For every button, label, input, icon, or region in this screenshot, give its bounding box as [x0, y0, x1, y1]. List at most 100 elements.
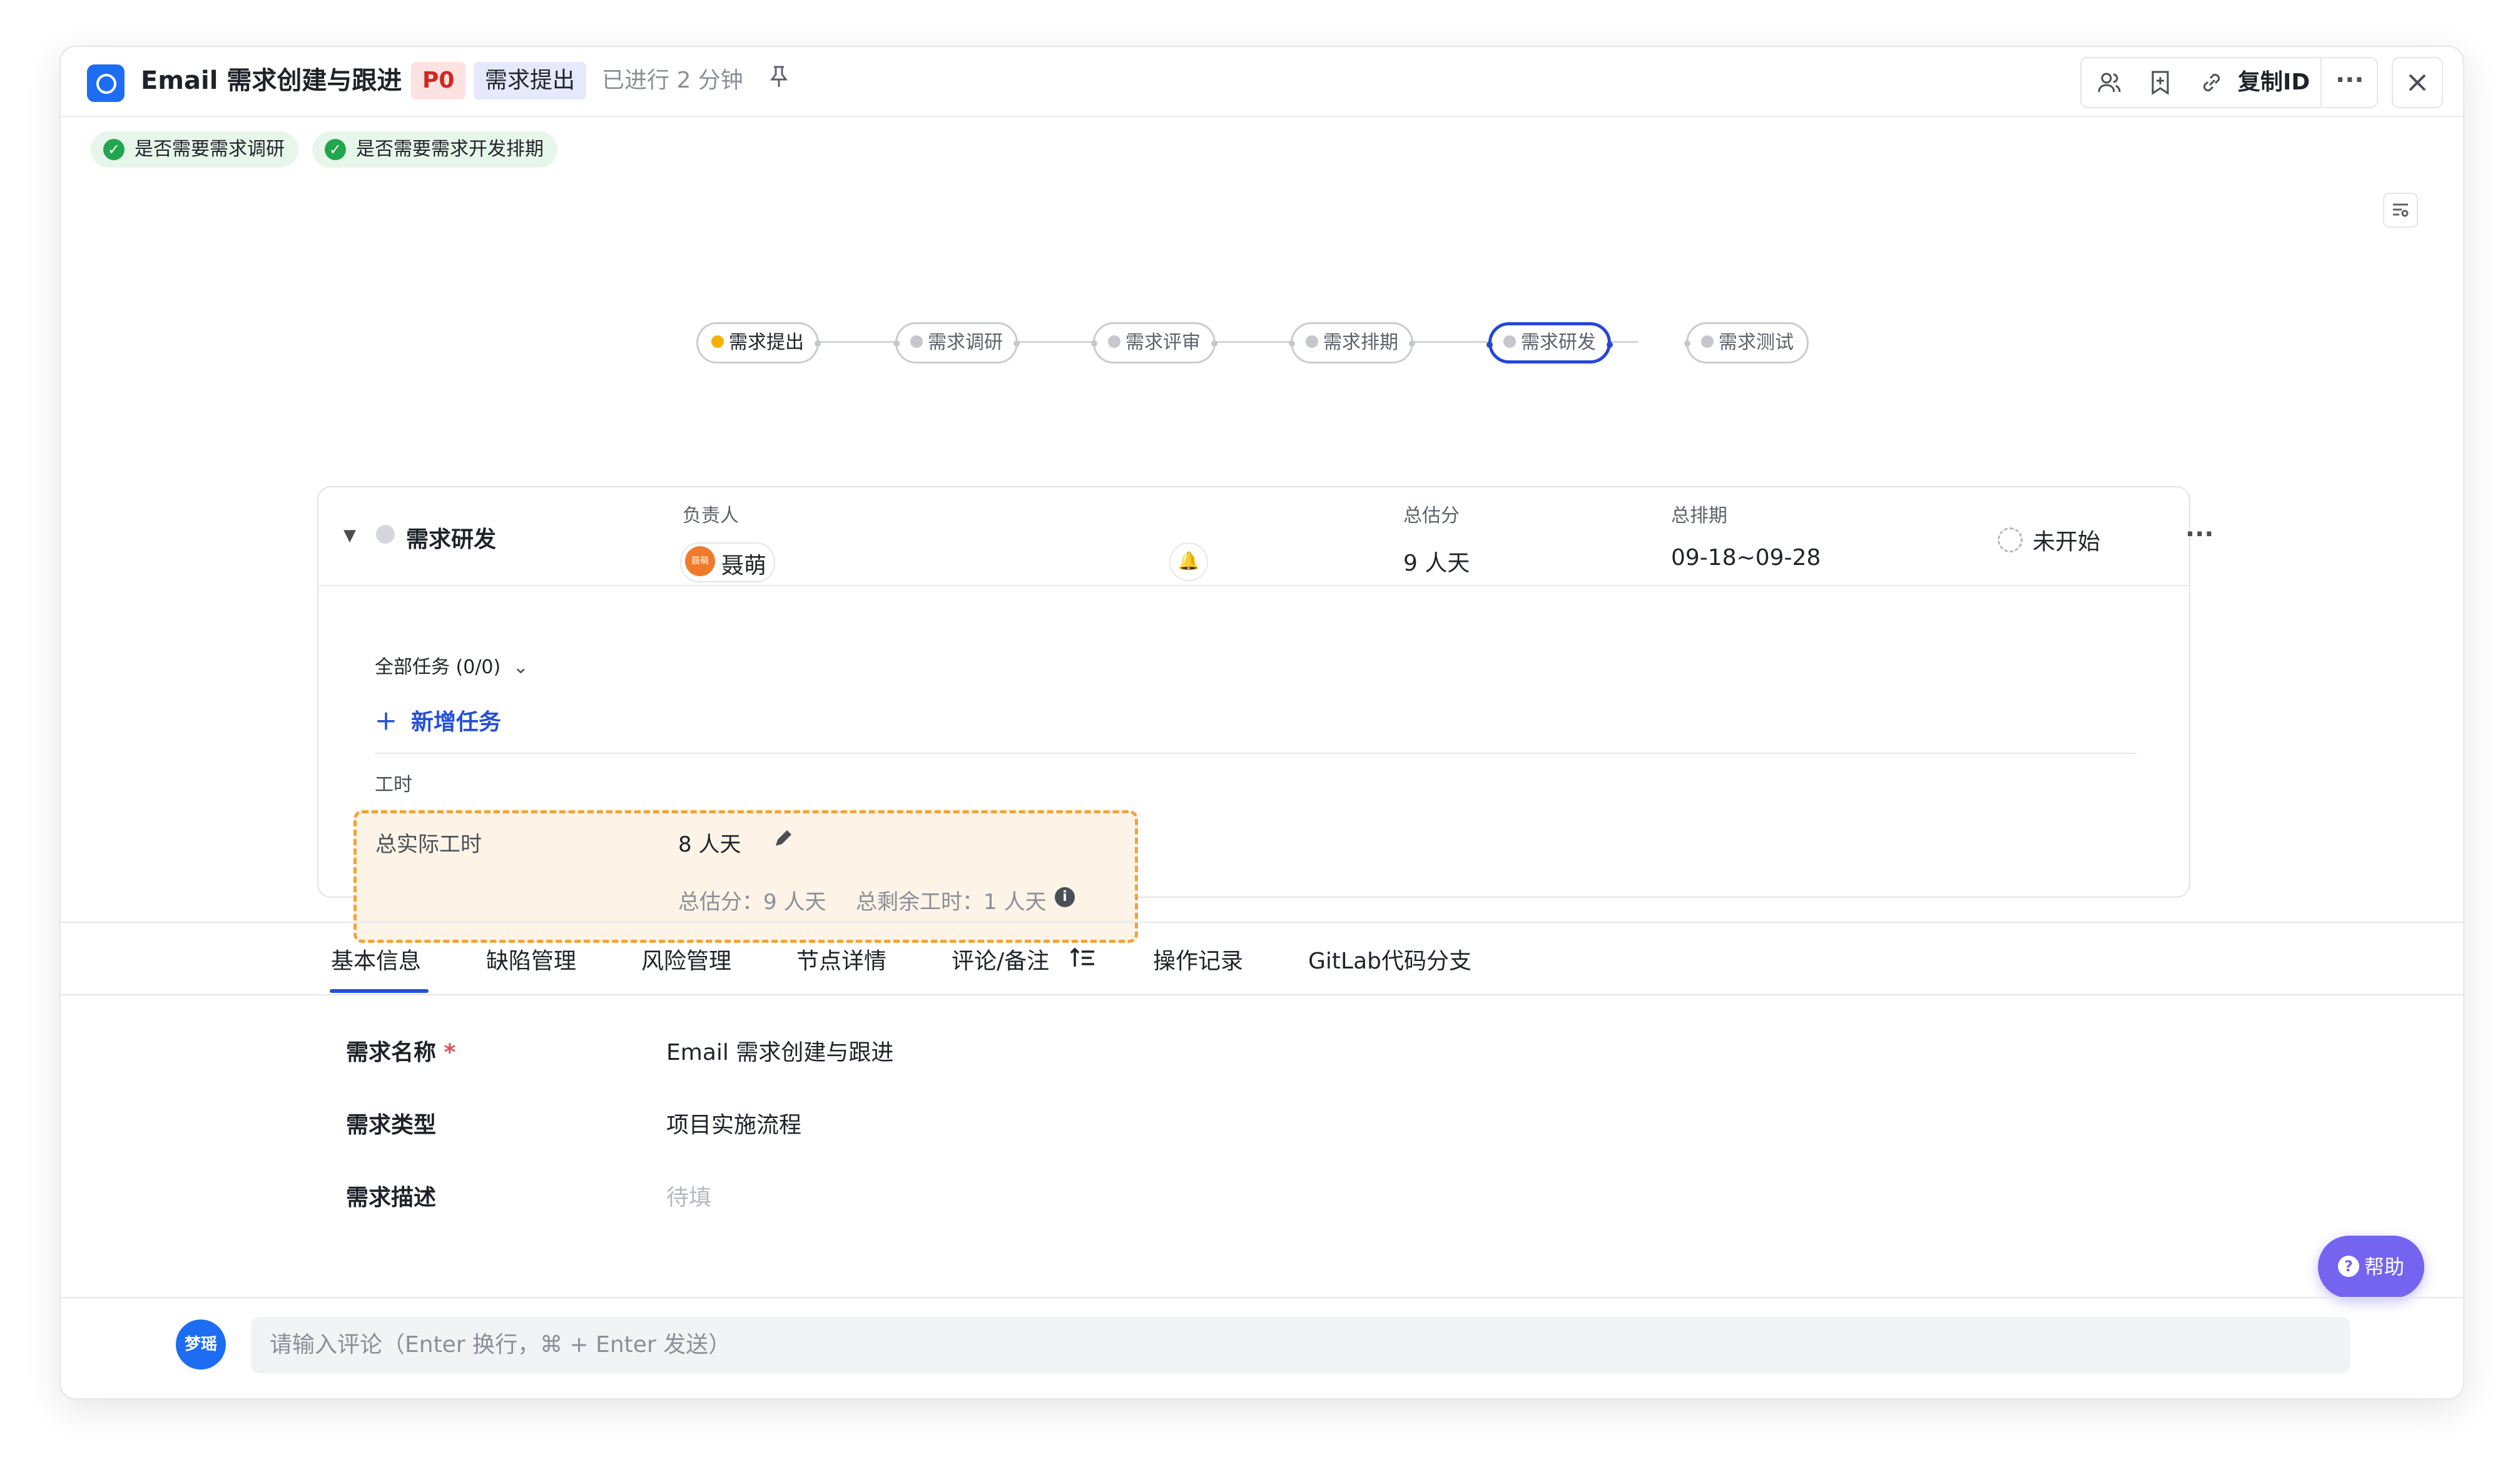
flow-node-label: 需求排期 — [1323, 332, 1398, 353]
estimate-summary: 总估分：9 人天 — [678, 890, 826, 915]
help-button[interactable]: ? 帮助 — [2318, 1236, 2424, 1298]
field-value-type[interactable]: 项目实施流程 — [666, 1107, 801, 1139]
tab-operation-log[interactable]: 操作记录 — [1153, 943, 1243, 980]
schedule-label: 总排期 — [1671, 505, 1727, 527]
connector-knob — [893, 340, 900, 347]
comment-input[interactable]: 请输入评论（Enter 换行，⌘ + Enter 发送） — [251, 1317, 2350, 1373]
stage-badge: 需求提出 — [474, 62, 587, 99]
header-actions: 复制ID ··· — [2080, 57, 2378, 108]
help-label: 帮助 — [2364, 1255, 2404, 1279]
connector-knob — [815, 340, 821, 347]
field-value-description[interactable]: 待填 — [666, 1179, 711, 1212]
condition-chip: ✓ 是否需要需求调研 — [91, 131, 298, 168]
tab-comments-label: 评论/备注 — [952, 948, 1050, 974]
actual-worklog-label: 总实际工时 — [375, 832, 482, 857]
field-label-description: 需求描述 — [346, 1185, 437, 1211]
tab-defects[interactable]: 缺陷管理 — [486, 943, 576, 980]
header-bar: Email 需求创建与跟进 P0 需求提出 已进行 2 分钟 复制ID ··· — [61, 47, 2463, 117]
question-icon: ? — [2337, 1256, 2359, 1277]
tasks-filter-dropdown[interactable]: 全部任务 (0/0) ⌄ — [375, 651, 529, 679]
owner-label: 负责人 — [683, 505, 739, 527]
collapse-caret-icon[interactable]: ▼ — [343, 526, 356, 545]
check-circle-icon: ✓ — [325, 139, 346, 160]
flow-node-label: 需求评审 — [1125, 332, 1201, 353]
flow-node-development[interactable]: 需求研发 — [1486, 322, 1613, 363]
required-marker: * — [436, 1040, 456, 1065]
add-task-button[interactable]: ＋ 新增任务 — [375, 704, 501, 736]
connector-knob — [1486, 342, 1493, 348]
comment-bar-divider — [61, 1297, 2463, 1298]
bookmark-icon[interactable] — [2149, 69, 2172, 102]
status-dot-icon — [1503, 335, 1516, 348]
link-icon[interactable] — [2199, 69, 2224, 102]
not-started-icon — [1998, 527, 2023, 552]
tasks-filter-label: 全部任务 (0/0) — [375, 656, 501, 678]
condition-label: 是否需要需求开发排期 — [356, 138, 544, 160]
flow-node-research[interactable]: 需求调研 — [893, 322, 1020, 363]
connector-knob — [1409, 340, 1415, 347]
status-dot-icon — [711, 335, 724, 348]
connector-knob — [1684, 340, 1690, 347]
flow-node-schedule[interactable]: 需求排期 — [1289, 322, 1415, 363]
estimate-label: 总估分 — [1403, 505, 1460, 527]
worklog-summary: 总实际工时 8 人天 总估分：9 人天 总剩余工时：1 人天 i — [353, 810, 1138, 943]
connector-knob — [1014, 340, 1020, 347]
plus-icon: ＋ — [375, 709, 398, 735]
edit-pencil-icon[interactable] — [772, 827, 795, 855]
tab-risks[interactable]: 风险管理 — [641, 943, 731, 980]
condition-label: 是否需要需求调研 — [135, 138, 285, 160]
members-icon[interactable] — [2096, 69, 2123, 102]
status-dot-icon — [1108, 335, 1120, 348]
copy-id-button[interactable]: 复制ID — [2238, 68, 2310, 97]
sort-icon[interactable] — [1069, 943, 1095, 981]
actual-worklog-value: 8 人天 — [678, 832, 741, 857]
flow-node-label: 需求研发 — [1521, 332, 1596, 353]
add-task-label: 新增任务 — [411, 709, 502, 735]
card-divider — [375, 753, 2136, 754]
estimate-value[interactable]: 9 人天 — [1403, 545, 1470, 577]
flow-node-proposal[interactable]: 需求提出 — [696, 322, 821, 363]
flow-node-label: 需求调研 — [928, 332, 1003, 353]
app-check-icon — [87, 64, 124, 102]
worklog-section-title: 工时 — [375, 774, 412, 796]
owner-chip[interactable]: 聂萌 聂萌 — [680, 542, 775, 582]
requirement-detail-window: Email 需求创建与跟进 P0 需求提出 已进行 2 分钟 复制ID ··· … — [59, 46, 2464, 1400]
tab-comments[interactable]: 评论/备注 — [952, 943, 1095, 981]
node-status-icon — [376, 525, 395, 544]
status-dot-icon — [910, 335, 923, 348]
tabs-top-border — [61, 922, 2463, 923]
tab-node-details[interactable]: 节点详情 — [796, 943, 887, 980]
schedule-value[interactable]: 09-18~09-28 — [1671, 545, 1821, 571]
status-dot-icon — [1306, 335, 1318, 348]
more-icon[interactable]: ··· — [2185, 520, 2214, 549]
tab-gitlab-branches[interactable]: GitLab代码分支 — [1308, 943, 1471, 980]
flow-node-testing[interactable]: 需求测试 — [1684, 322, 1809, 363]
status-dot-icon — [1701, 335, 1714, 348]
condition-chip: ✓ 是否需要需求开发排期 — [312, 131, 557, 168]
page-title: Email 需求创建与跟进 — [141, 66, 402, 95]
current-user-avatar: 梦瑶 — [176, 1319, 226, 1370]
flow-node-review[interactable]: 需求评审 — [1091, 322, 1217, 363]
remaining-summary: 总剩余工时：1 人天 — [856, 890, 1047, 915]
node-card: ▼ 需求研发 负责人 聂萌 聂萌 🔔 总估分 9 人天 总排期 09-18~09… — [317, 486, 2214, 943]
tab-basic-info[interactable]: 基本信息 — [331, 943, 421, 980]
flow-node-label: 需求提出 — [729, 332, 804, 353]
flow-settings-icon[interactable] — [2383, 193, 2418, 228]
check-circle-icon: ✓ — [103, 139, 124, 160]
pin-icon[interactable] — [769, 64, 789, 98]
field-value-name[interactable]: Email 需求创建与跟进 — [666, 1034, 893, 1067]
connector-knob — [1211, 340, 1217, 347]
owner-name: 聂萌 — [721, 553, 767, 579]
node-status[interactable]: 未开始 — [2033, 524, 2100, 556]
active-tab-indicator — [330, 989, 429, 993]
connector-knob — [1607, 342, 1613, 348]
bell-icon[interactable]: 🔔 — [1169, 542, 1208, 581]
close-button[interactable] — [2392, 57, 2443, 108]
chevron-down-icon: ⌄ — [512, 656, 529, 678]
node-card-header: ▼ 需求研发 负责人 聂萌 聂萌 🔔 总估分 9 人天 总排期 09-18~09… — [318, 487, 2214, 586]
info-icon[interactable]: i — [1055, 887, 1075, 907]
field-label-name: 需求名称 * — [346, 1034, 455, 1067]
connector-knob — [1091, 340, 1097, 347]
more-icon[interactable]: ··· — [2335, 67, 2364, 93]
tabs-bottom-border — [61, 994, 2463, 995]
